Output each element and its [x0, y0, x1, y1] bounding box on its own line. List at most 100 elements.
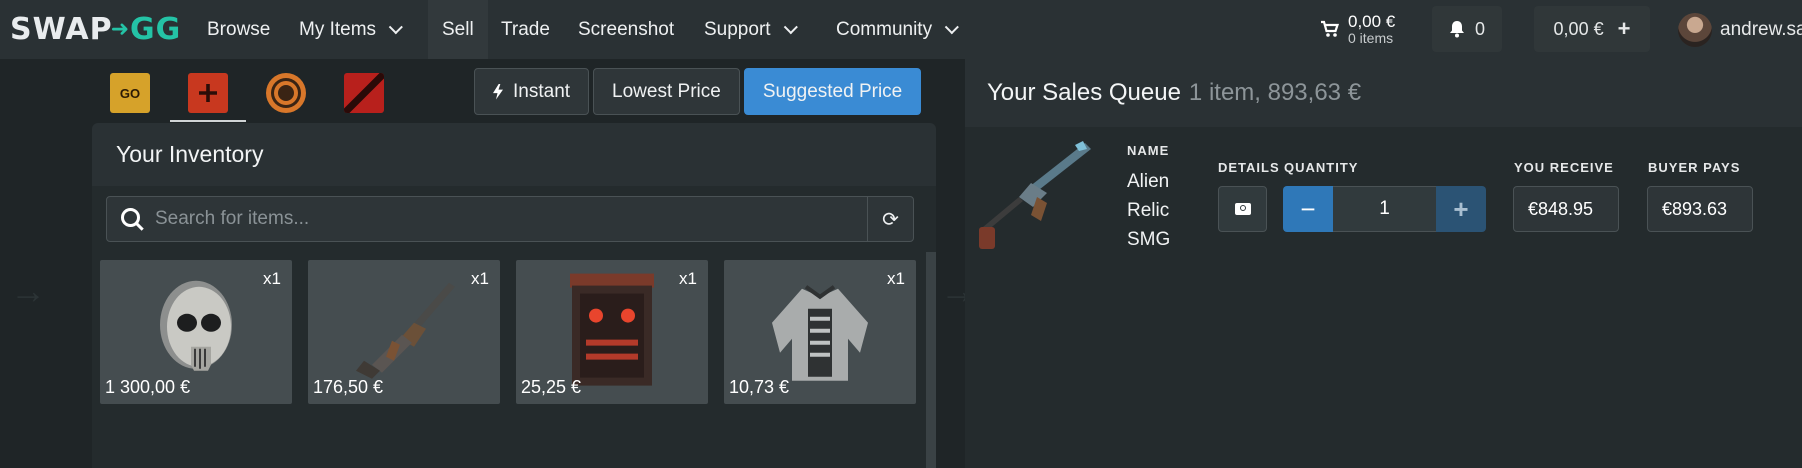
item-quantity: x1 [263, 269, 281, 288]
balance-button[interactable]: 0,00 € + [1534, 6, 1650, 52]
instant-label: Instant [513, 80, 571, 102]
logo-arrow-icon: ➜ [110, 17, 130, 42]
item-price: 25,25 € [521, 377, 582, 397]
nav-trade-label: Trade [501, 18, 550, 40]
skull-mask-icon [160, 280, 232, 371]
sales-queue-title: Your Sales Queue [987, 79, 1181, 106]
tab-csgo[interactable]: GO [92, 64, 168, 122]
cart-button[interactable]: 0,00 € 0 items [1320, 6, 1395, 52]
chevron-down-icon [783, 19, 798, 34]
plus-icon: + [1453, 193, 1469, 224]
price-mode-toggle: Instant Lowest Price Suggested Price [474, 68, 922, 115]
search-box: ⟳ [106, 196, 914, 242]
chevron-down-icon [388, 19, 403, 34]
buyer-pays-value: €893.63 [1662, 198, 1728, 219]
notifications-button[interactable]: 0 [1432, 6, 1502, 52]
suggested-price-button[interactable]: Suggested Price [743, 68, 922, 115]
you-receive-value: €848.95 [1528, 198, 1594, 219]
user-menu[interactable]: andrew.sa [1678, 10, 1802, 50]
top-navbar: SWAP ➜ GG Browse My Items Sell Trade Scr… [0, 0, 1802, 59]
nav-support[interactable]: Support [704, 0, 798, 59]
cart-icon [1321, 20, 1340, 37]
lowest-price-label: Lowest Price [612, 80, 721, 102]
details-button[interactable] [1218, 186, 1267, 232]
cart-amount: 0,00 € [1348, 11, 1396, 31]
minus-icon: − [1300, 193, 1316, 224]
nav-sell-label: Sell [442, 18, 474, 40]
sales-queue-header: Your Sales Queue 1 item, 893,63 € [965, 59, 1802, 127]
nav-screenshot-label: Screenshot [578, 18, 675, 40]
lowest-price-button[interactable]: Lowest Price [593, 68, 740, 115]
bell-icon [1449, 21, 1464, 38]
item-quantity: x1 [471, 269, 489, 288]
notification-count: 0 [1474, 18, 1485, 39]
refresh-button[interactable]: ⟳ [867, 197, 913, 241]
username: andrew.sa [1720, 19, 1802, 40]
logo-text: SWAP [10, 12, 113, 47]
tf2-icon [266, 73, 306, 113]
search-icon [107, 197, 149, 241]
item-quantity: x1 [887, 269, 905, 288]
you-receive-field[interactable]: €848.95 [1513, 186, 1619, 232]
quantity-stepper: − 1 + [1283, 186, 1486, 232]
inventory-item[interactable]: x1 25,25 € [516, 260, 708, 404]
nav-community[interactable]: Community [836, 0, 959, 59]
sales-queue-summary: 1 item, 893,63 € [1188, 79, 1362, 106]
inventory-item[interactable]: x1 10,73 € [724, 260, 916, 404]
tab-tf2[interactable] [248, 64, 324, 122]
cart-item-count: 0 items [1348, 29, 1394, 46]
queue-item-name: Alien Relic SMG [1127, 171, 1171, 250]
site-logo[interactable]: SWAP ➜ GG [10, 12, 181, 47]
increase-quantity-button[interactable]: + [1436, 186, 1486, 232]
inventory-items: x1 1 300,00 € x1 176,50 € x1 25,25 € x1 … [92, 252, 936, 468]
instant-button[interactable]: Instant [474, 68, 590, 115]
item-price: 10,73 € [729, 377, 790, 397]
quantity-value[interactable]: 1 [1333, 186, 1436, 232]
smg-icon [979, 141, 1091, 249]
rust-icon [188, 73, 228, 113]
dota2-icon [344, 73, 384, 113]
scrollbar[interactable] [926, 252, 936, 468]
search-bar: ⟳ [92, 186, 936, 252]
decrease-quantity-button[interactable]: − [1283, 186, 1333, 232]
nav-my-items[interactable]: My Items [299, 0, 403, 59]
suggested-price-label: Suggested Price [762, 80, 903, 102]
csgo-icon: GO [110, 73, 150, 113]
inventory-panel: Your Inventory ⟳ x1 1 300,00 € [92, 123, 936, 468]
sales-queue-body: NAME Alien Relic SMG DETAILS QUANTITY − … [965, 127, 1802, 468]
red-box-icon [570, 273, 654, 386]
nav-browse[interactable]: Browse [207, 0, 270, 59]
jacket-icon [772, 285, 868, 381]
buyer-pays-column-label: BUYER PAYS [1648, 160, 1741, 175]
item-price: 1 300,00 € [105, 377, 191, 397]
name-column-label: NAME [1127, 143, 1170, 158]
nav-browse-label: Browse [207, 18, 271, 40]
inventory-title: Your Inventory [116, 141, 264, 167]
you-receive-column-label: YOU RECEIVE [1514, 160, 1614, 175]
inventory-item[interactable]: x1 176,50 € [308, 260, 500, 404]
quantity-column-label: QUANTITY [1284, 160, 1359, 175]
nav-support-label: Support [704, 18, 771, 40]
nav-sell[interactable]: Sell [428, 0, 488, 59]
search-input[interactable] [149, 197, 867, 241]
lightning-icon [493, 83, 503, 100]
item-quantity: x1 [679, 269, 697, 288]
tab-dota2[interactable] [326, 64, 402, 122]
avatar [1678, 13, 1712, 47]
nav-my-items-label: My Items [299, 18, 377, 40]
inspect-icon [1234, 203, 1251, 215]
nav-community-label: Community [836, 18, 933, 40]
nav-trade[interactable]: Trade [501, 0, 550, 59]
chevron-down-icon [944, 19, 959, 34]
inventory-header: Your Inventory [92, 123, 936, 186]
nav-screenshot[interactable]: Screenshot [578, 0, 674, 59]
tab-rust[interactable] [170, 64, 246, 122]
inventory-item[interactable]: x1 1 300,00 € [100, 260, 292, 404]
rifle-icon [356, 282, 455, 379]
background-arrow-icon: → [10, 270, 46, 311]
item-price: 176,50 € [313, 377, 384, 397]
logo-suffix: GG [130, 12, 182, 47]
buyer-pays-field[interactable]: €893.63 [1647, 186, 1753, 232]
details-column-label: DETAILS [1218, 160, 1280, 175]
refresh-icon: ⟳ [882, 208, 899, 231]
